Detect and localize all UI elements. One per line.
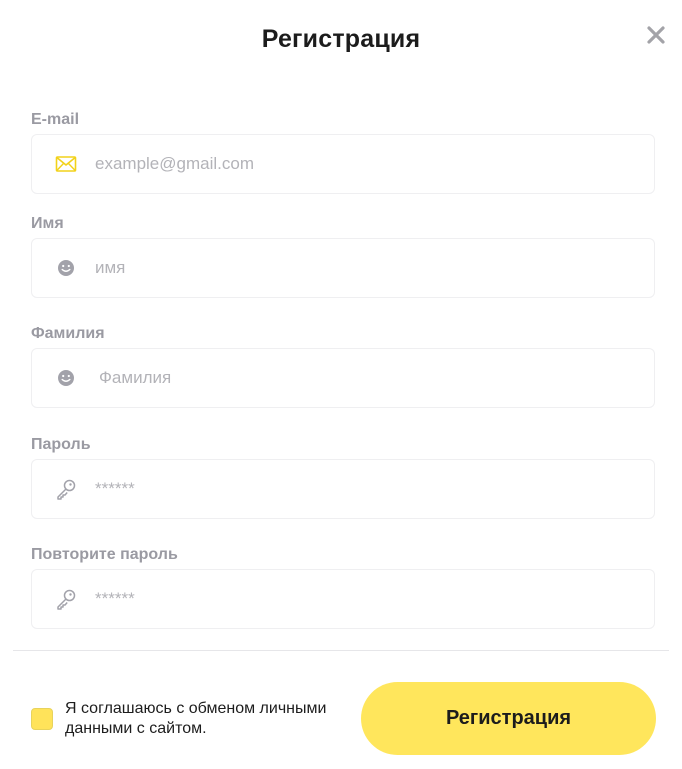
close-icon bbox=[647, 26, 665, 44]
password-input[interactable] bbox=[95, 479, 615, 499]
password-repeat-field-box[interactable] bbox=[31, 569, 655, 629]
password-field-box[interactable] bbox=[31, 459, 655, 519]
smiley-icon bbox=[55, 367, 77, 389]
divider bbox=[13, 650, 669, 651]
last-name-field-box[interactable] bbox=[31, 348, 655, 408]
password-repeat-input[interactable] bbox=[95, 589, 615, 609]
smiley-icon bbox=[55, 257, 77, 279]
agreement-checkbox[interactable] bbox=[31, 708, 53, 730]
first-name-field-box[interactable] bbox=[31, 238, 655, 298]
first-name-label: Имя bbox=[31, 215, 64, 232]
envelope-icon bbox=[55, 153, 77, 175]
email-input[interactable] bbox=[95, 154, 615, 174]
password-repeat-label: Повторите пароль bbox=[31, 546, 178, 563]
key-icon bbox=[55, 478, 77, 500]
last-name-input[interactable] bbox=[99, 368, 619, 388]
registration-dialog: Регистрация E-mail Имя Фа bbox=[0, 0, 682, 769]
last-name-label: Фамилия bbox=[31, 325, 105, 342]
agreement-row: Я соглашаюсь с обменом личными данными с… bbox=[31, 699, 335, 739]
email-label: E-mail bbox=[31, 111, 80, 128]
close-button[interactable] bbox=[640, 20, 672, 50]
key-icon bbox=[55, 588, 77, 610]
first-name-input[interactable] bbox=[95, 258, 615, 278]
dialog-title: Регистрация bbox=[261, 25, 421, 53]
register-button[interactable]: Регистрация bbox=[361, 682, 656, 755]
password-label: Пароль bbox=[31, 436, 91, 453]
email-field-box[interactable] bbox=[31, 134, 655, 194]
agreement-text: Я соглашаюсь с обменом личными данными с… bbox=[65, 700, 327, 737]
